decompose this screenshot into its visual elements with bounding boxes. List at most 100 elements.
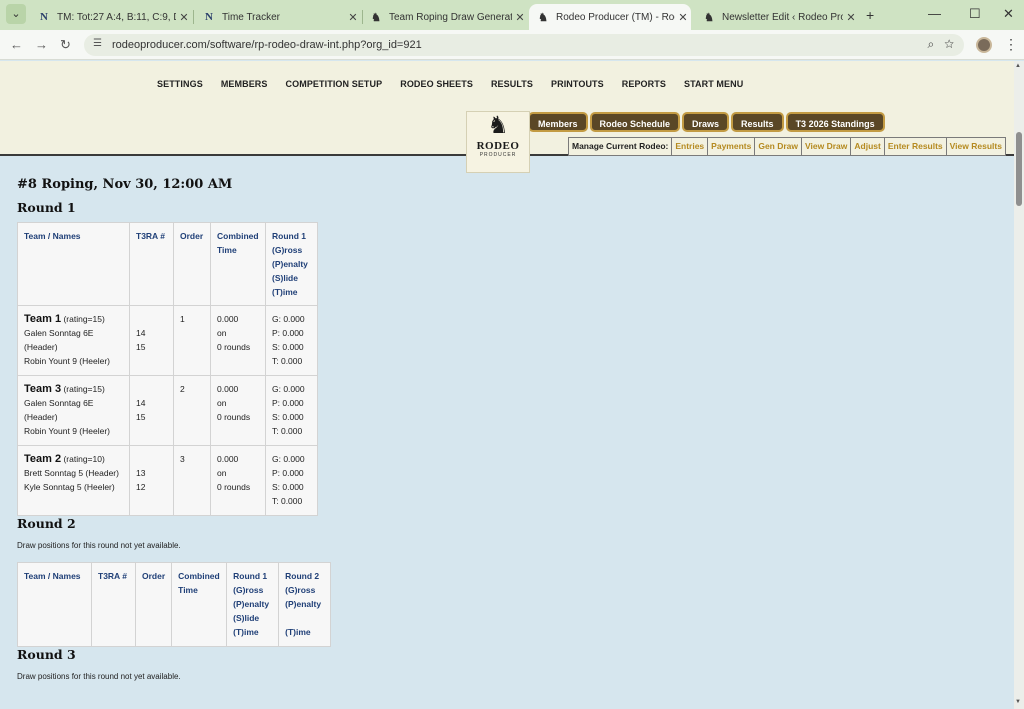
combined-value: 0.000 — [217, 454, 239, 464]
close-icon[interactable]: ✕ — [512, 11, 528, 24]
combined-value: 0.000 — [217, 384, 239, 394]
slide: S: 0.000 — [272, 482, 304, 492]
round-1-table: Team / Names T3RA # Order Combined Time … — [17, 222, 318, 516]
maximize-icon[interactable]: ☐ — [969, 6, 981, 22]
scroll-down-icon[interactable]: ▼ — [1015, 699, 1021, 705]
team-cell: Team 1 (rating=15) Galen Sonntag 6E (Hea… — [17, 305, 130, 376]
t3ra-cell: 14 15 — [129, 305, 174, 376]
team-cell: Team 2 (rating=10) Brett Sonntag 5 (Head… — [17, 445, 130, 516]
view-results-link[interactable]: View Results — [947, 138, 1005, 155]
combined-cell: 0.000 on 0 rounds — [210, 445, 266, 516]
tab-newsletter[interactable]: ♞ Newsletter Edit ‹ Rodeo Produce ✕ — [695, 4, 859, 30]
new-tab-icon[interactable]: + — [866, 7, 874, 23]
tab-time-tracker[interactable]: N Time Tracker ✕ — [195, 4, 361, 30]
nav-start-menu[interactable]: START MENU — [684, 79, 743, 89]
gross: G: 0.000 — [272, 384, 305, 394]
event-title: #8 Roping, Nov 30, 12:00 AM — [17, 177, 233, 192]
time: T: 0.000 — [272, 426, 303, 436]
header-name: Galen Sonntag 6E (Header) — [24, 328, 94, 352]
round-1-cell: G: 0.000 P: 0.000 S: 0.000 T: 0.000 — [265, 445, 318, 516]
header-name: Galen Sonntag 6E (Header) — [24, 398, 94, 422]
close-icon[interactable]: ✕ — [345, 11, 361, 24]
site-info-icon[interactable]: ☰ — [93, 38, 102, 49]
nav-reports[interactable]: REPORTS — [622, 79, 666, 89]
nav-settings[interactable]: SETTINGS — [157, 79, 203, 89]
back-icon[interactable]: ← — [10, 37, 23, 52]
penalty: P: 0.000 — [272, 328, 304, 338]
rodeo-producer-logo[interactable]: ♞ RODEO PRODUCER — [466, 111, 530, 173]
col-team-names: Team / Names — [17, 222, 130, 306]
heeler-name: Kyle Sonntag 5 (Heeler) — [24, 482, 115, 492]
members-button[interactable]: Members — [528, 112, 588, 132]
adjust-link[interactable]: Adjust — [851, 138, 885, 155]
rodeo-icon: ♞ — [538, 11, 548, 24]
nav-competition-setup[interactable]: COMPETITION SETUP — [286, 79, 383, 89]
tab-rodeo-producer[interactable]: ♞ Rodeo Producer (TM) - Rodeo Dr ✕ — [529, 4, 691, 30]
profile-avatar[interactable] — [976, 37, 992, 53]
zoom-icon[interactable]: ⌕ ☆ — [927, 37, 954, 52]
tab-search-icon[interactable]: ⌄ — [6, 4, 26, 24]
rodeo-icon: ♞ — [371, 11, 381, 24]
heeler-name: Robin Yount 9 (Heeler) — [24, 356, 111, 366]
team-cell: Team 3 (rating=15) Galen Sonntag 6E (Hea… — [17, 375, 130, 446]
tab-title: Time Tracker — [222, 11, 280, 23]
top-navigation: SETTINGS MEMBERS COMPETITION SETUP RODEO… — [157, 79, 743, 89]
col-order: Order — [173, 222, 211, 306]
table-header-row: Team / Names T3RA # Order Combined Time … — [17, 562, 332, 647]
nav-rodeo-sheets[interactable]: RODEO SHEETS — [400, 79, 473, 89]
gen-draw-link[interactable]: Gen Draw — [755, 138, 803, 155]
main-buttons: Members Rodeo Schedule Draws Results T3 … — [528, 112, 885, 132]
order-cell: 1 — [173, 305, 211, 376]
header-name: Brett Sonntag 5 (Header) — [24, 468, 119, 478]
forward-icon[interactable]: → — [35, 37, 48, 52]
menu-icon[interactable]: ⋮ — [1004, 36, 1018, 53]
slide: S: 0.000 — [272, 412, 304, 422]
tab-tm[interactable]: N TM: Tot:27 A:4, B:11, C:9, D:1, E:1 ✕ — [30, 4, 192, 30]
time: T: 0.000 — [272, 496, 303, 506]
close-icon[interactable]: ✕ — [843, 11, 859, 24]
tab-title: Newsletter Edit ‹ Rodeo Produce — [722, 11, 843, 23]
penalty: P: 0.000 — [272, 468, 304, 478]
time: T: 0.000 — [272, 356, 303, 366]
order-cell: 3 — [173, 445, 211, 516]
col-round-2: Round 2 (G)ross (P)enalty (T)ime — [278, 562, 332, 647]
enter-results-link[interactable]: Enter Results — [885, 138, 947, 155]
scroll-up-icon[interactable]: ▲ — [1015, 63, 1021, 69]
nav-members[interactable]: MEMBERS — [221, 79, 268, 89]
close-window-icon[interactable]: ✕ — [1003, 6, 1014, 22]
tab-title: TM: Tot:27 A:4, B:11, C:9, D:1, E:1 — [57, 11, 176, 23]
t3ra-cell: 14 15 — [129, 375, 174, 446]
close-icon[interactable]: ✕ — [675, 11, 691, 24]
col-round-1: Round 1 (G)ross (P)enalty (S)lide (T)ime — [226, 562, 280, 647]
team-rating: (rating=10) — [63, 454, 105, 464]
tab-team-roping[interactable]: ♞ Team Roping Draw Generation ✕ — [362, 4, 528, 30]
table-header-row: Team / Names T3RA # Order Combined Time … — [17, 222, 318, 306]
round-2-title: Round 2 — [17, 516, 76, 531]
minimize-icon[interactable]: — — [928, 6, 941, 21]
round-2-note: Draw positions for this round not yet av… — [17, 541, 181, 550]
payments-link[interactable]: Payments — [708, 138, 756, 155]
combined-cell: 0.000 on 0 rounds — [210, 305, 266, 376]
reload-icon[interactable]: ↻ — [60, 37, 71, 53]
manage-label: Manage Current Rodeo: — [569, 138, 673, 155]
rodeo-schedule-button[interactable]: Rodeo Schedule — [589, 112, 681, 132]
tab-title: Team Roping Draw Generation — [389, 11, 512, 23]
table-row: Team 3 (rating=15) Galen Sonntag 6E (Hea… — [17, 375, 318, 446]
col-t3ra: T3RA # — [129, 222, 174, 306]
table-row: Team 2 (rating=10) Brett Sonntag 5 (Head… — [17, 445, 318, 516]
draws-button[interactable]: Draws — [682, 112, 730, 132]
close-icon[interactable]: ✕ — [176, 11, 192, 24]
results-button[interactable]: Results — [731, 112, 784, 132]
nav-results[interactable]: RESULTS — [491, 79, 533, 89]
round-1-title: Round 1 — [17, 200, 76, 215]
entries-link[interactable]: Entries — [672, 138, 709, 155]
browser-tab-bar: ⌄ N TM: Tot:27 A:4, B:11, C:9, D:1, E:1 … — [0, 0, 1024, 30]
scrollbar-thumb[interactable] — [1016, 132, 1022, 206]
combined-on: on — [217, 468, 227, 478]
col-combined-time: Combined Time — [171, 562, 228, 647]
col-round-1: Round 1 (G)ross (P)enalty (S)lide (T)ime — [265, 222, 318, 306]
nav-printouts[interactable]: PRINTOUTS — [551, 79, 604, 89]
url-field[interactable]: ☰ rodeoproducer.com/software/rp-rodeo-dr… — [84, 34, 964, 56]
standings-button[interactable]: T3 2026 Standings — [785, 112, 885, 132]
view-draw-link[interactable]: View Draw — [802, 138, 852, 155]
